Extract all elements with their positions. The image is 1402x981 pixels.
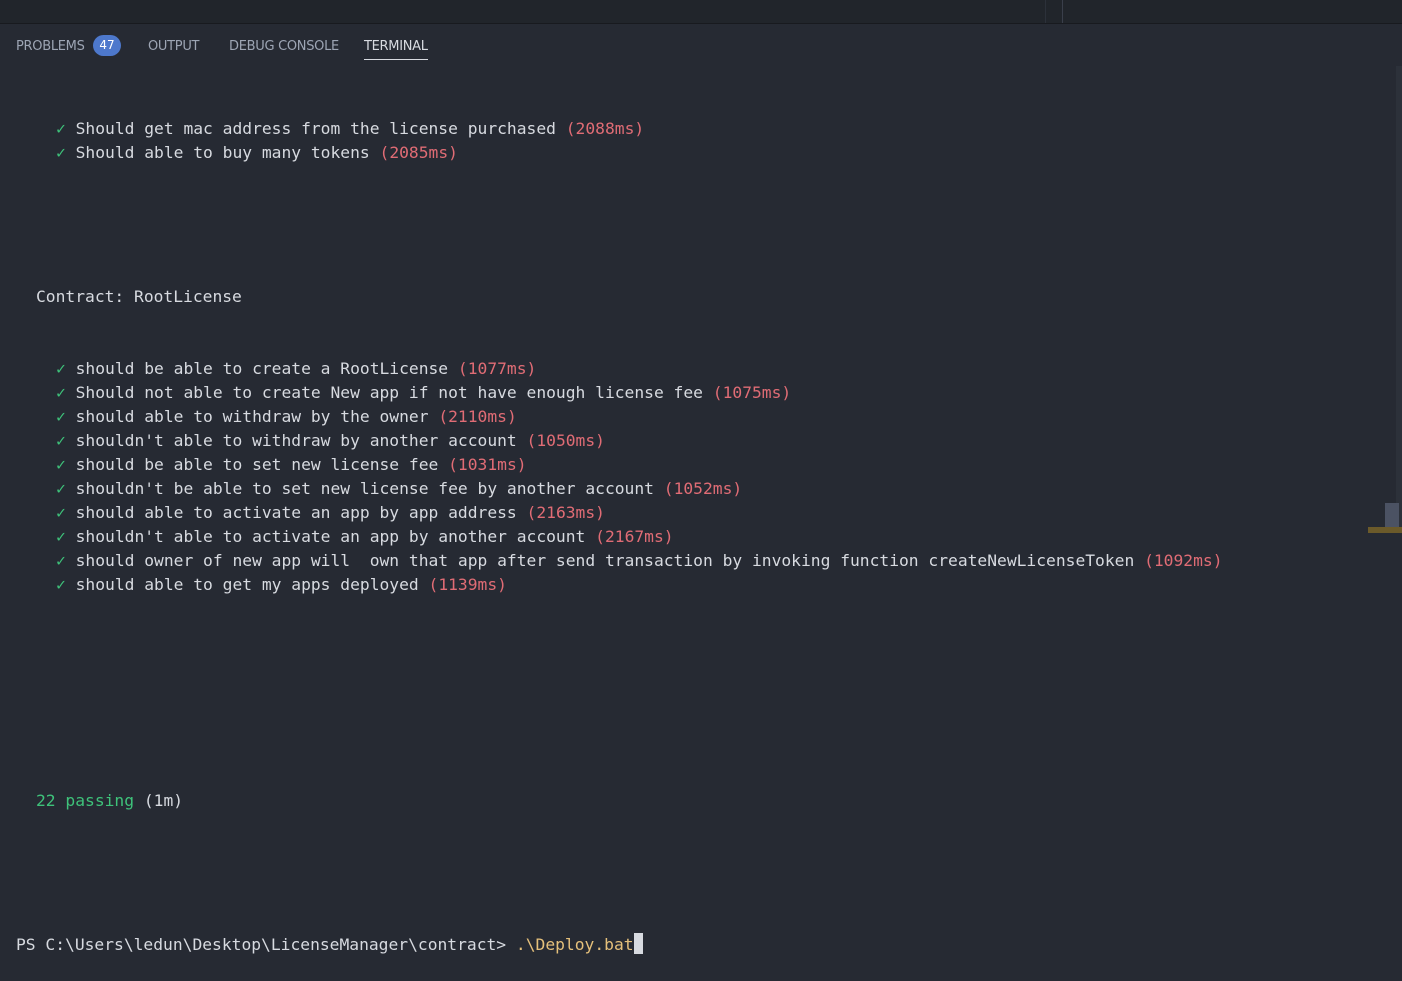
test-result-row: ✓ shouldn't able to withdraw by another … xyxy=(16,429,1223,453)
passing-count: 22 passing xyxy=(36,791,135,810)
test-name: shouldn't able to activate an app by ano… xyxy=(75,527,586,546)
summary-line: 22 passing (1m) xyxy=(16,789,1223,813)
divider xyxy=(1045,0,1046,23)
test-result-row: ✓ should owner of new app will own that … xyxy=(16,549,1223,573)
status-bar-corner xyxy=(1368,527,1402,533)
check-icon: ✓ xyxy=(56,431,66,450)
shell-prompt: PS C:\Users\ledun\Desktop\LicenseManager… xyxy=(16,935,507,954)
check-icon: ✓ xyxy=(56,479,66,498)
test-duration: (2163ms) xyxy=(526,503,605,522)
test-result-row: ✓ should be able to set new license fee … xyxy=(16,453,1223,477)
test-result-row: ✓ shouldn't able to activate an app by a… xyxy=(16,525,1223,549)
test-name: should be able to set new license fee xyxy=(75,455,439,474)
terminal-scrollbar-track[interactable] xyxy=(1396,66,1402,533)
test-duration: (1075ms) xyxy=(712,383,792,402)
test-duration: (1077ms) xyxy=(457,359,537,378)
test-result-row: ✓ should be able to create a RootLicense… xyxy=(16,357,1223,381)
prompt-line[interactable]: PS C:\Users\ledun\Desktop\LicenseManager… xyxy=(16,933,1223,957)
check-icon: ✓ xyxy=(56,143,66,162)
test-duration: (2110ms) xyxy=(438,407,517,426)
problems-count-badge: 47 xyxy=(93,35,121,56)
check-icon: ✓ xyxy=(56,455,66,474)
check-icon: ✓ xyxy=(56,503,66,522)
test-result-row: ✓ should able to withdraw by the owner (… xyxy=(16,405,1223,429)
test-result-row: ✓ Should get mac address from the licens… xyxy=(16,117,1223,141)
test-duration: (2167ms) xyxy=(595,527,674,546)
test-name: should able to get my apps deployed xyxy=(75,575,419,594)
test-name: Should able to buy many tokens xyxy=(75,143,370,162)
test-duration: (2088ms) xyxy=(565,119,645,138)
test-result-row: ✓ should able to activate an app by app … xyxy=(16,501,1223,525)
check-icon: ✓ xyxy=(56,575,66,594)
terminal-cursor xyxy=(633,933,643,954)
check-icon: ✓ xyxy=(56,527,66,546)
check-icon: ✓ xyxy=(56,119,66,138)
panel-tab-bar: PROBLEMS 47 OUTPUT DEBUG CONSOLE TERMINA… xyxy=(0,24,1402,66)
tab-debug-console[interactable]: DEBUG CONSOLE xyxy=(229,38,339,56)
test-duration: (1052ms) xyxy=(663,479,743,498)
test-name: should be able to create a RootLicense xyxy=(75,359,449,378)
test-duration: (1092ms) xyxy=(1144,551,1223,570)
typed-command: .\Deploy.bat xyxy=(515,935,634,954)
test-name: Should get mac address from the license … xyxy=(75,119,556,138)
test-duration: (1050ms) xyxy=(526,431,605,450)
test-name: should owner of new app will own that ap… xyxy=(75,551,1135,570)
test-duration: (2085ms) xyxy=(379,143,458,162)
test-result-row: ✓ shouldn't be able to set new license f… xyxy=(16,477,1223,501)
editor-title-strip xyxy=(0,0,1402,24)
test-result-row: ✓ Should not able to create New app if n… xyxy=(16,381,1223,405)
test-name: Should not able to create New app if not… xyxy=(75,383,703,402)
test-result-row: ✓ Should able to buy many tokens (2085ms… xyxy=(16,141,1223,165)
prior-test-list: ✓ Should get mac address from the licens… xyxy=(16,117,1223,165)
test-name: shouldn't be able to set new license fee… xyxy=(75,479,654,498)
check-icon: ✓ xyxy=(56,551,66,570)
check-icon: ✓ xyxy=(56,407,66,426)
tab-problems[interactable]: PROBLEMS xyxy=(16,38,85,56)
total-time: (1m) xyxy=(143,791,184,810)
divider xyxy=(1062,0,1063,23)
test-name: should able to activate an app by app ad… xyxy=(75,503,517,522)
test-duration: (1031ms) xyxy=(448,455,527,474)
terminal-scrollbar-thumb[interactable] xyxy=(1385,503,1399,527)
suite-test-list: ✓ should be able to create a RootLicense… xyxy=(16,357,1223,597)
tab-terminal[interactable]: TERMINAL xyxy=(364,38,428,60)
suite-title: Contract: RootLicense xyxy=(36,287,242,306)
test-result-row: ✓ should able to get my apps deployed (1… xyxy=(16,573,1223,597)
tab-output[interactable]: OUTPUT xyxy=(148,38,199,56)
check-icon: ✓ xyxy=(56,359,66,378)
test-name: should able to withdraw by the owner xyxy=(75,407,429,426)
test-duration: (1139ms) xyxy=(428,575,507,594)
test-name: shouldn't able to withdraw by another ac… xyxy=(75,431,517,450)
check-icon: ✓ xyxy=(56,383,66,402)
terminal-output[interactable]: ✓ Should get mac address from the licens… xyxy=(16,69,1223,981)
